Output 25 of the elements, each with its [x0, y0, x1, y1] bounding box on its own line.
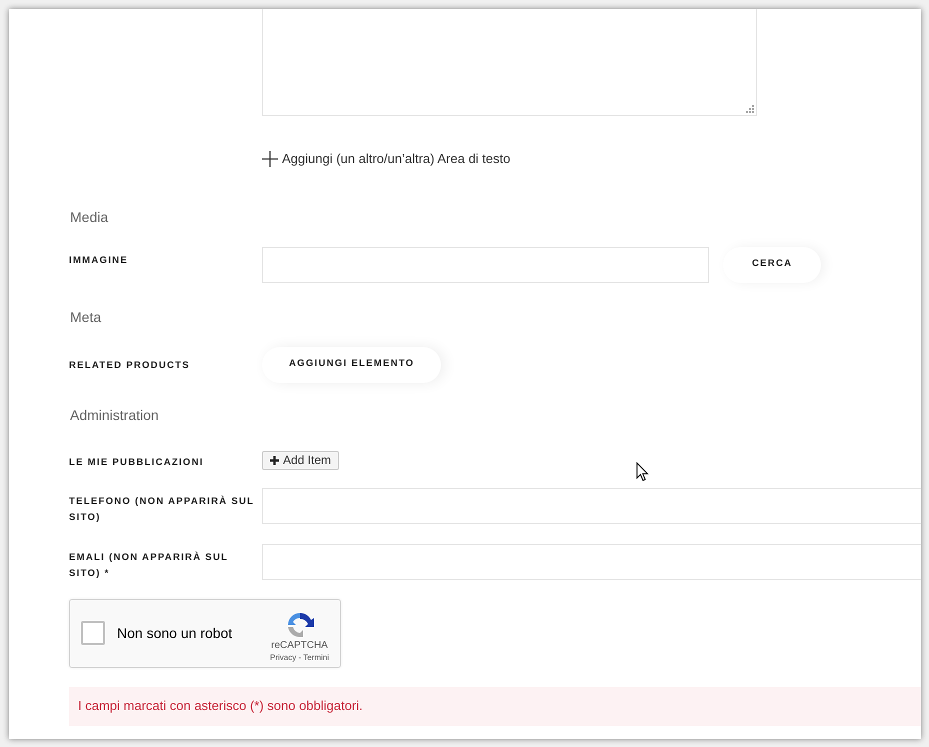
field-label: RELATED PRODUCTS: [69, 358, 191, 372]
captcha-label: Non sono un robot: [117, 624, 232, 642]
field-label: LE MIE PUBBLICAZIONI: [69, 456, 205, 470]
text-field[interactable]: [262, 488, 921, 524]
section-heading: Media: [70, 208, 110, 226]
resize-handle-icon[interactable]: [746, 105, 754, 113]
section-heading: Meta: [70, 308, 102, 326]
add-element-button[interactable]: AGGIUNGI ELEMENTO: [262, 346, 442, 382]
plus-icon: [270, 456, 279, 464]
add-item-button[interactable]: Add Item: [262, 450, 340, 470]
image-field[interactable]: [262, 246, 709, 282]
field-label: EMALI (NON APPARIRÀ SUL SITO) *: [69, 550, 230, 580]
text-area[interactable]: [262, 9, 757, 116]
required-notice: I campi marcati con asterisco (*) sono obbligatori.: [69, 686, 921, 726]
mouse-cursor-icon: [636, 462, 649, 482]
text-field[interactable]: [262, 544, 921, 580]
plus-icon: [262, 150, 278, 167]
field-label: IMMAGINE: [69, 254, 129, 268]
browse-button[interactable]: CERCA: [723, 246, 822, 282]
add-text-area-link[interactable]: Aggiungi (un altro/un’altra) Area di testo: [282, 149, 510, 168]
captcha-checkbox[interactable]: [81, 621, 105, 645]
field-label: TELEFONO (NON APPARIRÀ SUL SITO): [69, 494, 256, 524]
captcha-brand: reCAPTCHA: [271, 640, 328, 652]
captcha-terms-link[interactable]: Privacy - Termini: [270, 652, 329, 664]
section-heading: Administration: [70, 406, 160, 424]
